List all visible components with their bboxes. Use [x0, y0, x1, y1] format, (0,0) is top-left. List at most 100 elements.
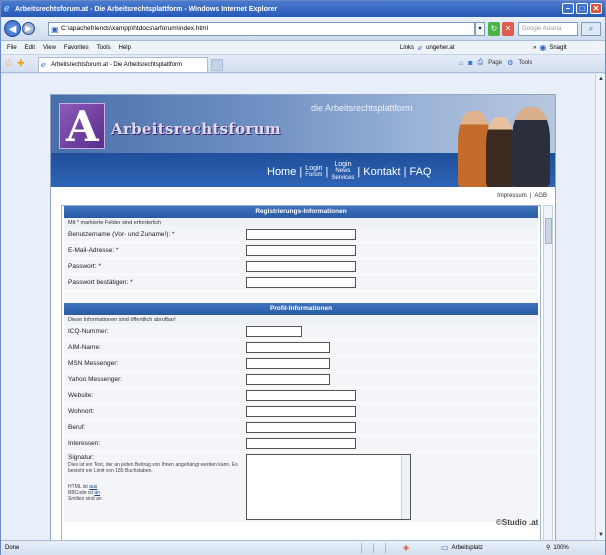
page-content: A Arbeitsrechtsforum die Arbeitsrechtspl… — [1, 74, 595, 540]
msn-field[interactable] — [246, 358, 330, 369]
aim-label: AIM-Name: — [68, 344, 101, 351]
url-dropdown-button[interactable]: ▾ — [475, 22, 485, 36]
maximize-button[interactable]: □ — [576, 3, 588, 14]
tagline-prefix: die — [311, 103, 324, 113]
print-icon[interactable]: ⎙ — [477, 59, 483, 67]
zoom-icon: ⚲ — [546, 545, 551, 551]
site-container: A Arbeitsrechtsforum die Arbeitsrechtspl… — [50, 94, 556, 540]
icq-label: ICQ-Nummer: — [68, 328, 109, 335]
ie-logo-icon: ℯ — [4, 3, 10, 13]
yahoo-field[interactable] — [246, 374, 330, 385]
new-tab-button[interactable] — [211, 59, 223, 71]
search-input[interactable]: Google Austria — [518, 22, 578, 36]
zoom-level: 100% — [553, 545, 569, 551]
command-bar: ⌂ ◙ ⎙ Page ⚙ Tools — [459, 59, 532, 67]
form-row: Beruf: — [64, 420, 538, 436]
site-header: A Arbeitsrechtsforum die Arbeitsrechtspl… — [51, 95, 555, 187]
site-tagline: die Arbeitsrechtsplattform — [311, 103, 413, 113]
nav-faq[interactable]: FAQ — [409, 166, 431, 178]
interessen-label: Interessen: — [68, 440, 101, 447]
signature-format-notes: HTML ist aus BBCode ist an Smilies sind … — [68, 484, 102, 502]
menu-edit[interactable]: Edit — [21, 45, 39, 51]
window-controls: – □ ✕ — [562, 3, 602, 14]
links-label: Links — [400, 45, 415, 51]
refresh-button[interactable]: ↻ — [488, 22, 500, 36]
tools-menu[interactable]: Tools — [518, 60, 532, 66]
minimize-button[interactable]: – — [562, 3, 574, 14]
form-row: Interessen: — [64, 436, 538, 452]
nav-login-forum[interactable]: Login Forum — [305, 165, 322, 179]
aim-field[interactable] — [246, 342, 330, 353]
scroll-down-icon[interactable]: ▼ — [597, 531, 605, 539]
form-row: E-Mail-Adresse: * — [64, 243, 538, 259]
impressum-links: Impressum | AGB — [497, 193, 547, 199]
nav-home[interactable]: Home — [267, 166, 296, 178]
beruf-label: Beruf: — [68, 424, 86, 431]
password-confirm-label: Passwort bestätigen: * — [68, 279, 133, 286]
menu-favorites[interactable]: Favorites — [60, 45, 93, 51]
chevron-right-icon[interactable]: » — [533, 45, 536, 51]
menu-tools[interactable]: Tools — [93, 45, 115, 51]
beruf-field[interactable] — [246, 422, 356, 433]
username-field[interactable] — [246, 229, 356, 240]
menu-view[interactable]: View — [39, 45, 60, 51]
form-scrollbar-thumb[interactable] — [545, 218, 552, 244]
url-field[interactable]: ▣ C:\apachefriends\xampp\htdocs\arforum\… — [48, 22, 475, 36]
page-menu[interactable]: Page — [488, 60, 502, 66]
tab-current[interactable]: ℯ Arbeitsrechtsforum.at - Die Arbeitsrec… — [38, 57, 208, 72]
email-field[interactable] — [246, 245, 356, 256]
tools-gear-icon: ⚙ — [507, 60, 514, 67]
title-bar: ℯ Arbeitsrechtsforum.at - Die Arbeitsrec… — [1, 1, 605, 17]
password-field[interactable] — [246, 261, 356, 272]
menu-help[interactable]: Help — [115, 45, 135, 51]
favorites-star-icon[interactable]: ☆ — [4, 58, 13, 69]
signature-textarea[interactable] — [246, 454, 411, 520]
site-logo[interactable]: A — [59, 103, 105, 150]
links-item[interactable]: ungeher.at — [426, 45, 454, 51]
computer-icon: ▭ — [441, 543, 449, 552]
close-button[interactable]: ✕ — [590, 3, 602, 14]
zone-indicator[interactable]: ▭ Arbeitsplatz — [441, 541, 483, 555]
form-scrollbar[interactable] — [543, 205, 553, 540]
search-icon[interactable]: ⌕ — [581, 22, 601, 36]
form-row: MSN Messenger: — [64, 356, 538, 372]
links-toolbar: Links ℯ ungeher.at — [400, 44, 455, 52]
signature-label: Signatur: — [68, 454, 95, 461]
form-row: Passwort: * — [64, 259, 538, 275]
stop-button[interactable]: ✕ — [502, 22, 514, 36]
impressum-link[interactable]: Impressum — [497, 193, 527, 199]
page-icon: ▣ — [51, 25, 59, 34]
forward-button[interactable]: ▶ — [22, 22, 35, 35]
textarea-scrollbar[interactable] — [401, 455, 410, 519]
yahoo-label: Yahoo Messenger: — [68, 376, 123, 383]
nav-login-news[interactable]: Login News Services — [331, 161, 354, 182]
password-confirm-field[interactable] — [246, 277, 356, 288]
wohnort-label: Wohnort: — [68, 408, 95, 415]
menu-file[interactable]: File — [1, 45, 21, 51]
profile-header: Profil-Informationen — [64, 303, 538, 315]
header-photo — [446, 97, 554, 187]
site-nav: Home | Login Forum | Login News Services… — [267, 161, 432, 182]
wohnort-field[interactable] — [246, 406, 356, 417]
registration-form: Registrierungs-Informationen Mit * marki… — [61, 205, 541, 540]
form-row: Benutzername (Vor- und Zuname!): * — [64, 227, 538, 243]
page-scrollbar[interactable]: ▲ ▼ — [595, 74, 605, 540]
username-label: Benutzername (Vor- und Zuname!): * — [68, 231, 175, 238]
home-icon[interactable]: ⌂ — [459, 60, 463, 67]
snagit-button[interactable]: SnagIt — [549, 45, 566, 51]
add-favorite-icon[interactable]: ✚ — [17, 58, 25, 69]
back-button[interactable]: ◀ — [4, 20, 21, 37]
scroll-up-icon[interactable]: ▲ — [597, 75, 605, 83]
zoom-control[interactable]: ⚲ 100% — [546, 541, 569, 555]
nav-kontakt[interactable]: Kontakt — [363, 166, 400, 178]
tab-page-icon: ℯ — [41, 60, 46, 69]
website-label: Website: — [68, 392, 94, 399]
feeds-icon[interactable]: ◙ — [468, 60, 472, 67]
snagit-toolbar: » ◉ SnagIt — [533, 43, 567, 52]
website-field[interactable] — [246, 390, 356, 401]
icq-field[interactable] — [246, 326, 302, 337]
security-icon[interactable]: ◈ — [403, 541, 409, 555]
interessen-field[interactable] — [246, 438, 356, 449]
form-row: AIM-Name: — [64, 340, 538, 356]
agb-link[interactable]: AGB — [534, 193, 547, 199]
